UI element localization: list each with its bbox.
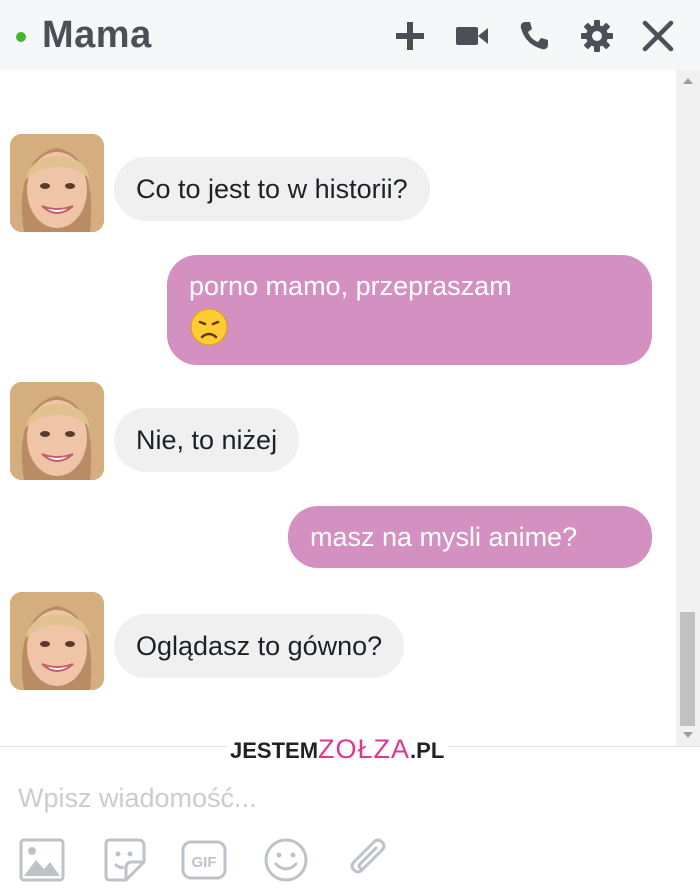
attachment-icon[interactable] bbox=[344, 836, 392, 884]
plus-icon[interactable] bbox=[392, 18, 428, 54]
message-text: Oglądasz to gówno? bbox=[136, 631, 383, 661]
scroll-down-arrow-icon[interactable] bbox=[683, 732, 693, 738]
message-bubble-incoming: Co to jest to w historii? bbox=[114, 157, 430, 221]
message-bubble-outgoing: porno mamo, przepraszam bbox=[167, 255, 652, 365]
emoji-icon[interactable] bbox=[262, 836, 310, 884]
svg-text:GIF: GIF bbox=[192, 854, 217, 871]
message-bubble-incoming: Oglądasz to gówno? bbox=[114, 614, 405, 678]
watermark: JESTEMZOŁZA.PL bbox=[226, 733, 449, 765]
message-bubble-incoming: Nie, to niżej bbox=[114, 408, 300, 472]
contact-avatar[interactable] bbox=[10, 382, 104, 480]
image-icon[interactable] bbox=[18, 836, 66, 884]
message-input[interactable] bbox=[18, 780, 658, 816]
video-camera-icon[interactable] bbox=[454, 18, 490, 54]
chat-header: Mama bbox=[0, 0, 700, 70]
watermark-middle: ZOŁZA bbox=[318, 734, 411, 764]
watermark-left: JESTEM bbox=[230, 738, 319, 763]
sticker-icon[interactable] bbox=[100, 836, 148, 884]
disappointed-face-emoji bbox=[189, 307, 229, 355]
message-bubble-outgoing: masz na mysli anime? bbox=[288, 506, 652, 568]
scrollbar[interactable] bbox=[676, 70, 700, 746]
contact-avatar[interactable] bbox=[10, 592, 104, 690]
watermark-right: .PL bbox=[410, 738, 445, 763]
message-text: Nie, to niżej bbox=[136, 425, 278, 455]
message-text: masz na mysli anime? bbox=[310, 522, 578, 552]
message-list[interactable]: Co to jest to w historii? porno mamo, pr… bbox=[0, 70, 700, 746]
online-status-dot bbox=[16, 32, 26, 42]
scroll-up-arrow-icon[interactable] bbox=[683, 78, 693, 84]
gear-icon[interactable] bbox=[579, 18, 615, 54]
message-text: Co to jest to w historii? bbox=[136, 174, 408, 204]
close-icon[interactable] bbox=[640, 18, 676, 54]
phone-icon[interactable] bbox=[516, 18, 552, 54]
scrollbar-thumb[interactable] bbox=[680, 612, 695, 726]
contact-avatar[interactable] bbox=[10, 134, 104, 232]
contact-name[interactable]: Mama bbox=[42, 14, 152, 57]
message-text: porno mamo, przepraszam bbox=[189, 271, 512, 301]
gif-icon[interactable]: GIF bbox=[180, 836, 228, 884]
